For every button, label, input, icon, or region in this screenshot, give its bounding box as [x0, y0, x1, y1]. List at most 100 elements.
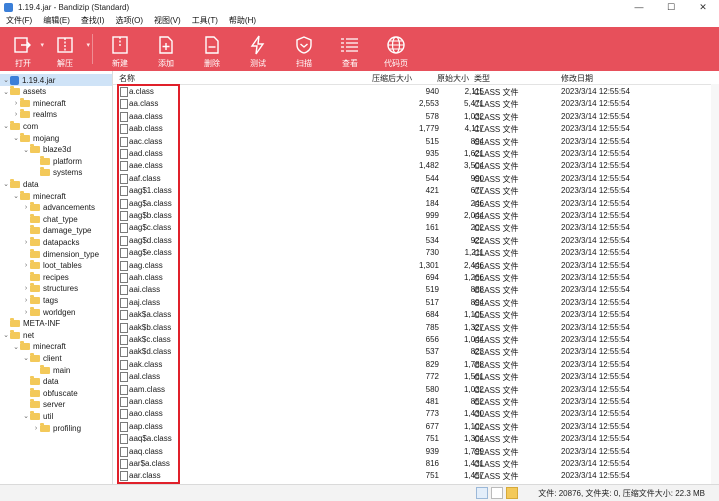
- minimize-icon[interactable]: —: [623, 0, 655, 14]
- tree-node[interactable]: ⌄ mojang: [0, 132, 112, 144]
- table-row[interactable]: aab.class 1,779 4,117 CLASS 文件 2023/3/14 12:…: [113, 123, 653, 135]
- chevron-down-icon[interactable]: ⌄: [2, 331, 10, 339]
- tree-node[interactable]: › datapacks: [0, 236, 112, 248]
- table-row[interactable]: aak$c.class 656 1,044 CLASS 文件 2023/3/14 12:…: [113, 334, 653, 346]
- column-modified[interactable]: 修改日期: [561, 73, 593, 84]
- tree-node[interactable]: ⌄ net: [0, 329, 112, 341]
- menu-item-1[interactable]: 编辑(E): [43, 15, 70, 26]
- tree-node[interactable]: systems: [0, 167, 112, 179]
- menu-item-0[interactable]: 文件(F): [6, 15, 32, 26]
- table-row[interactable]: aak$b.class 785 1,327 CLASS 文件 2023/3/14 12:…: [113, 322, 653, 334]
- tree-node[interactable]: META-INF: [0, 318, 112, 330]
- chevron-right-icon[interactable]: ›: [22, 239, 30, 246]
- tree-node[interactable]: damage_type: [0, 225, 112, 237]
- chevron-down-icon[interactable]: ▾: [86, 41, 90, 49]
- table-row[interactable]: aac.class 515 894 CLASS 文件 2023/3/14 12:55:5…: [113, 136, 653, 148]
- tree-node[interactable]: › minecraft: [0, 97, 112, 109]
- tree-node[interactable]: › loot_tables: [0, 260, 112, 272]
- chevron-down-icon[interactable]: ⌄: [22, 146, 30, 154]
- tree-node[interactable]: › advancements: [0, 202, 112, 214]
- chevron-right-icon[interactable]: ›: [22, 297, 30, 304]
- chevron-down-icon[interactable]: ⌄: [22, 354, 30, 362]
- tree-node[interactable]: obfuscate: [0, 387, 112, 399]
- chevron-down-icon[interactable]: ⌄: [22, 412, 30, 420]
- tree-node[interactable]: main: [0, 364, 112, 376]
- chevron-right-icon[interactable]: ›: [12, 111, 20, 118]
- column-type[interactable]: 类型: [474, 73, 490, 84]
- tree-node[interactable]: › structures: [0, 283, 112, 295]
- table-row[interactable]: aam.class 580 1,032 CLASS 文件 2023/3/14 12:55…: [113, 384, 653, 396]
- table-row[interactable]: aak.class 829 1,788 CLASS 文件 2023/3/14 12:55…: [113, 359, 653, 371]
- tree-node[interactable]: ⌄ blaze3d: [0, 144, 112, 156]
- folder-view-icon[interactable]: [506, 487, 518, 499]
- chevron-right-icon[interactable]: ›: [22, 204, 30, 211]
- table-row[interactable]: aar.class 751 1,457 CLASS 文件 2023/3/14 12:55…: [113, 470, 653, 482]
- chevron-right-icon[interactable]: ›: [22, 285, 30, 292]
- menu-item-2[interactable]: 查找(I): [81, 15, 105, 26]
- tree-node[interactable]: server: [0, 399, 112, 411]
- tree-node[interactable]: chat_type: [0, 213, 112, 225]
- toolbar-button-open[interactable]: 打开 ▾: [4, 27, 44, 71]
- table-row[interactable]: aal.class 772 1,561 CLASS 文件 2023/3/14 12:55…: [113, 371, 653, 383]
- table-row[interactable]: aaa.class 578 1,032 CLASS 文件 2023/3/14 12:55…: [113, 111, 653, 123]
- table-row[interactable]: aai.class 519 888 CLASS 文件 2023/3/14 12:55:5…: [113, 284, 653, 296]
- menu-item-5[interactable]: 工具(T): [192, 15, 218, 26]
- table-row[interactable]: aae.class 1,482 3,504 CLASS 文件 2023/3/14 12:…: [113, 160, 653, 172]
- menu-item-4[interactable]: 视图(V): [154, 15, 181, 26]
- table-row[interactable]: aag$a.class 184 246 CLASS 文件 2023/3/14 12:55…: [113, 198, 653, 210]
- chevron-down-icon[interactable]: ⌄: [2, 88, 10, 96]
- table-row[interactable]: aa.class 2,553 5,471 CLASS 文件 2023/3/14 12:5…: [113, 98, 653, 110]
- table-row[interactable]: aak$a.class 684 1,105 CLASS 文件 2023/3/14 12:…: [113, 309, 653, 321]
- toolbar-button-add[interactable]: 添加: [143, 27, 189, 71]
- tree-node[interactable]: ⌄ minecraft: [0, 190, 112, 202]
- chevron-right-icon[interactable]: ›: [12, 100, 20, 107]
- toolbar-button-delete[interactable]: 删除: [189, 27, 235, 71]
- tree-node[interactable]: ⌄ com: [0, 120, 112, 132]
- toolbar-button-test[interactable]: 测试: [235, 27, 281, 71]
- table-row[interactable]: aao.class 773 1,430 CLASS 文件 2023/3/14 12:55…: [113, 408, 653, 420]
- table-row[interactable]: aak$d.class 537 823 CLASS 文件 2023/3/14 12:55…: [113, 346, 653, 358]
- table-row[interactable]: aap.class 677 1,102 CLASS 文件 2023/3/14 12:55…: [113, 421, 653, 433]
- tree-node[interactable]: ⌄ assets: [0, 86, 112, 98]
- chevron-right-icon[interactable]: ›: [32, 425, 40, 432]
- column-name[interactable]: 名称: [119, 73, 135, 84]
- tree-node[interactable]: ⌄ minecraft: [0, 341, 112, 353]
- table-row[interactable]: aag$d.class 534 922 CLASS 文件 2023/3/14 12:55…: [113, 235, 653, 247]
- tree-node[interactable]: › profiling: [0, 422, 112, 434]
- menu-item-6[interactable]: 帮助(H): [229, 15, 256, 26]
- table-row[interactable]: aag$1.class 421 677 CLASS 文件 2023/3/14 12:55…: [113, 185, 653, 197]
- tree-node[interactable]: › worldgen: [0, 306, 112, 318]
- tree-node[interactable]: ⌄ client: [0, 352, 112, 364]
- chevron-right-icon[interactable]: ›: [22, 309, 30, 316]
- tree-node[interactable]: › tags: [0, 294, 112, 306]
- tree-node[interactable]: data: [0, 376, 112, 388]
- table-row[interactable]: aan.class 481 852 CLASS 文件 2023/3/14 12:55:5…: [113, 396, 653, 408]
- chevron-down-icon[interactable]: ⌄: [12, 192, 20, 200]
- table-row[interactable]: aag$b.class 999 2,044 CLASS 文件 2023/3/14 12:…: [113, 210, 653, 222]
- toolbar-button-view[interactable]: 查看: [327, 27, 373, 71]
- tree-node[interactable]: dimension_type: [0, 248, 112, 260]
- toolbar-button-scan[interactable]: 扫描: [281, 27, 327, 71]
- table-row[interactable]: aar$a.class 816 1,431 CLASS 文件 2023/3/14 12:…: [113, 458, 653, 470]
- table-row[interactable]: aaj.class 517 894 CLASS 文件 2023/3/14 12:55:5…: [113, 297, 653, 309]
- chevron-down-icon[interactable]: ⌄: [12, 343, 20, 351]
- toolbar-button-extract[interactable]: 解压 ▾: [42, 27, 90, 71]
- table-row[interactable]: aad.class 935 1,621 CLASS 文件 2023/3/14 12:55…: [113, 148, 653, 160]
- table-row[interactable]: aag$c.class 161 202 CLASS 文件 2023/3/14 12:55…: [113, 222, 653, 234]
- tree-node[interactable]: platform: [0, 155, 112, 167]
- chevron-down-icon[interactable]: ⌄: [2, 76, 10, 84]
- tree-node[interactable]: › realms: [0, 109, 112, 121]
- tree-node[interactable]: ⌄ util: [0, 410, 112, 422]
- table-row[interactable]: aaq.class 939 1,799 CLASS 文件 2023/3/14 12:55…: [113, 446, 653, 458]
- chevron-right-icon[interactable]: ›: [22, 262, 30, 269]
- details-view-icon[interactable]: [476, 487, 488, 499]
- list-view-icon[interactable]: [491, 487, 503, 499]
- tree-node[interactable]: ⌄ 1.19.4.jar: [0, 74, 112, 86]
- table-row[interactable]: aaq$a.class 751 1,304 CLASS 文件 2023/3/14 12:…: [113, 433, 653, 445]
- toolbar-button-new-archive[interactable]: 新建: [97, 27, 143, 71]
- table-row[interactable]: a.class 940 2,115 CLASS 文件 2023/3/14 12:55:5…: [113, 86, 653, 98]
- column-compressed-size[interactable]: 压缩后大小: [372, 73, 412, 84]
- tree-node[interactable]: recipes: [0, 271, 112, 283]
- chevron-down-icon[interactable]: ⌄: [12, 134, 20, 142]
- column-original-size[interactable]: 原始大小: [437, 73, 469, 84]
